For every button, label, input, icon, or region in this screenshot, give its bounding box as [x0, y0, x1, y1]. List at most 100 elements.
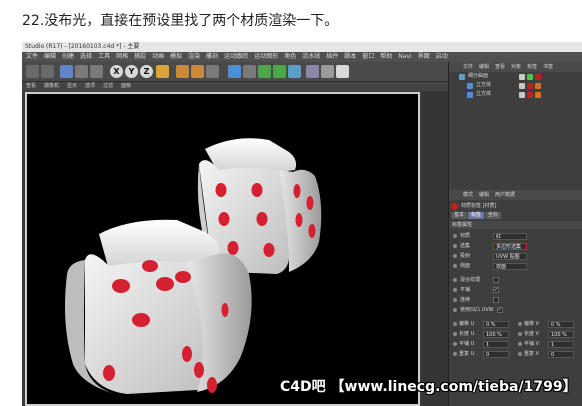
- menu-item[interactable]: 选择: [80, 52, 92, 62]
- menu-item[interactable]: 窗口: [362, 52, 374, 62]
- keyframe-dot[interactable]: [518, 322, 522, 326]
- cube-icon[interactable]: [228, 65, 241, 78]
- menu-item[interactable]: 帮助: [380, 52, 392, 62]
- menu-item[interactable]: 运动图形: [254, 52, 278, 62]
- subdivision-icon[interactable]: [258, 65, 271, 78]
- checkbox[interactable]: [493, 287, 499, 293]
- uv-field[interactable]: 100 %: [548, 330, 574, 338]
- menu-item[interactable]: 流水线: [302, 52, 320, 62]
- object-tag-icon[interactable]: [527, 73, 533, 80]
- object-tag-icon[interactable]: [527, 82, 533, 89]
- viewport-menu-item[interactable]: 摄像机: [44, 82, 59, 91]
- property-field[interactable]: UVW 贴图: [493, 252, 527, 260]
- object-row[interactable]: 立方体: [449, 81, 582, 90]
- menu-item[interactable]: 模拟: [170, 52, 182, 62]
- menu-item[interactable]: 雕刻: [206, 52, 218, 62]
- viewport-menu-item[interactable]: 显示: [67, 82, 77, 91]
- keyframe-dot[interactable]: [453, 308, 457, 312]
- pen-icon[interactable]: [243, 65, 256, 78]
- keyframe-dot[interactable]: [453, 298, 457, 302]
- viewport-menu-item[interactable]: 过滤: [103, 82, 113, 91]
- keyframe-dot[interactable]: [453, 352, 457, 356]
- x-axis-toggle[interactable]: X: [110, 65, 123, 78]
- redo-icon[interactable]: [41, 65, 54, 78]
- attribute-subtab[interactable]: 坐标: [485, 212, 502, 219]
- keyframe-dot[interactable]: [453, 244, 457, 248]
- object-tag-icon[interactable]: [519, 91, 525, 98]
- keyframe-dot[interactable]: [518, 342, 522, 346]
- render-view-icon[interactable]: [176, 65, 189, 78]
- keyframe-dot[interactable]: [453, 342, 457, 346]
- keyframe-dot[interactable]: [518, 352, 522, 356]
- attribute-subtab[interactable]: 基本: [451, 212, 468, 219]
- checkbox[interactable]: [496, 307, 503, 313]
- uv-field[interactable]: 1: [483, 340, 509, 348]
- am-menu-item[interactable]: 模式: [463, 190, 473, 200]
- menu-item[interactable]: 脚本: [344, 52, 356, 62]
- keyframe-dot[interactable]: [453, 264, 457, 268]
- menu-item[interactable]: 动画: [152, 52, 164, 62]
- om-menu-item[interactable]: 标签: [527, 62, 537, 72]
- om-menu-item[interactable]: 文件: [463, 62, 473, 72]
- object-tag-icon[interactable]: [535, 73, 541, 80]
- menu-item[interactable]: 编辑: [44, 52, 56, 62]
- object-tag-icon[interactable]: [519, 82, 525, 89]
- object-row[interactable]: 细分曲面: [449, 72, 582, 81]
- om-menu-item[interactable]: 对象: [511, 62, 521, 72]
- object-tag-icon[interactable]: [527, 91, 533, 98]
- menu-item[interactable]: 启动: [436, 52, 448, 62]
- menu-item[interactable]: 创建: [62, 52, 74, 62]
- light-icon[interactable]: [336, 65, 349, 78]
- y-axis-toggle[interactable]: Y: [125, 65, 138, 78]
- am-menu-item[interactable]: 用户数据: [495, 190, 515, 200]
- render-settings-icon[interactable]: [206, 65, 219, 78]
- menu-item[interactable]: Navi: [398, 52, 411, 62]
- coordinate-system-icon[interactable]: [156, 65, 169, 78]
- keyframe-dot[interactable]: [453, 234, 457, 238]
- checkbox[interactable]: [493, 297, 499, 303]
- am-menu-item[interactable]: 编辑: [479, 190, 489, 200]
- object-row[interactable]: 立方体: [449, 90, 582, 99]
- object-tag-icon[interactable]: [535, 91, 541, 98]
- live-select-icon[interactable]: [60, 65, 73, 78]
- viewport-menu-item[interactable]: 查看: [26, 82, 36, 91]
- undo-icon[interactable]: [26, 65, 39, 78]
- scale-icon[interactable]: [90, 65, 103, 78]
- keyframe-dot[interactable]: [453, 332, 457, 336]
- menu-item[interactable]: 捕捉: [134, 52, 146, 62]
- deformer-icon[interactable]: [288, 65, 301, 78]
- menu-item[interactable]: 文件: [26, 52, 38, 62]
- z-axis-toggle[interactable]: Z: [140, 65, 153, 78]
- om-menu-item[interactable]: 编辑: [479, 62, 489, 72]
- environment-icon[interactable]: [306, 65, 319, 78]
- uv-field[interactable]: 0 %: [548, 320, 574, 328]
- keyframe-dot[interactable]: [453, 322, 457, 326]
- object-tag-icon[interactable]: [535, 82, 541, 89]
- menu-item[interactable]: 角色: [284, 52, 296, 62]
- om-menu-item[interactable]: 查看: [495, 62, 505, 72]
- uv-field[interactable]: 0: [483, 350, 509, 358]
- move-icon[interactable]: [75, 65, 88, 78]
- property-field[interactable]: 多边形选集: [493, 242, 527, 250]
- object-tag-icon[interactable]: [519, 73, 525, 80]
- viewport-menu-item[interactable]: 选项: [85, 82, 95, 91]
- property-field[interactable]: 红: [493, 232, 527, 240]
- keyframe-dot[interactable]: [453, 288, 457, 292]
- render-region-icon[interactable]: [191, 65, 204, 78]
- attribute-subtab[interactable]: 标签: [468, 212, 485, 219]
- keyframe-dot[interactable]: [453, 254, 457, 258]
- uv-field[interactable]: 1: [548, 340, 574, 348]
- menu-item[interactable]: 运动跟踪: [224, 52, 248, 62]
- uv-field[interactable]: 0: [548, 350, 574, 358]
- menu-item[interactable]: 插件: [326, 52, 338, 62]
- uv-field[interactable]: 100 %: [483, 330, 509, 338]
- checkbox[interactable]: [493, 277, 499, 283]
- uv-field[interactable]: 0 %: [483, 320, 509, 328]
- viewport-menu-item[interactable]: 面板: [121, 82, 131, 91]
- cloner-icon[interactable]: [273, 65, 286, 78]
- property-field[interactable]: 双面: [493, 262, 527, 270]
- camera-icon[interactable]: [321, 65, 334, 78]
- viewport-3d[interactable]: [25, 92, 420, 406]
- menu-item[interactable]: 界面: [418, 52, 430, 62]
- menu-item[interactable]: 工具: [98, 52, 110, 62]
